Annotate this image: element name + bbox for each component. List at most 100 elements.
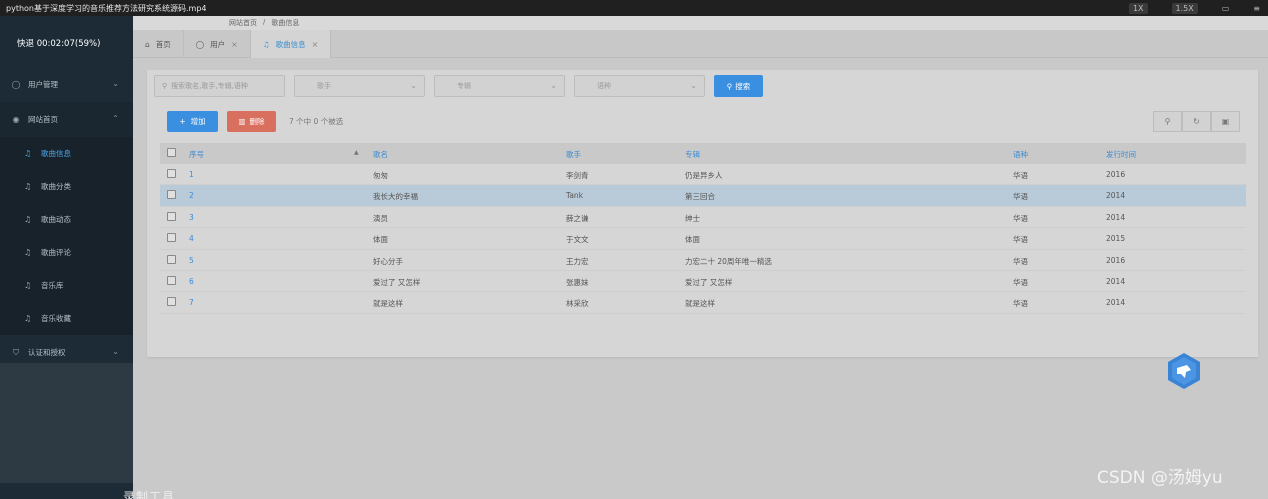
- cell-language: 华语: [1013, 171, 1028, 180]
- tab-song-info[interactable]: ♫ 歌曲信息 ×: [250, 30, 332, 58]
- cell-title: 就是这样: [373, 299, 403, 309]
- sidebar-sub-item-song-news[interactable]: ♫ 歌曲动态: [0, 203, 133, 236]
- table-row[interactable]: 5 好心分手 王力宏 力宏二十 20周年唯一精选 华语 2016: [160, 250, 1246, 271]
- add-button[interactable]: + 增加: [167, 111, 218, 132]
- sidebar-sub-item-music-favorites[interactable]: ♫ 音乐收藏: [0, 302, 133, 335]
- table-row[interactable]: 7 就是这样 林采欣 就是这样 华语 2014: [160, 292, 1246, 314]
- row-checkbox[interactable]: [167, 297, 176, 307]
- cell-language: 华语: [1013, 235, 1028, 245]
- refresh-button[interactable]: ↻: [1182, 111, 1211, 132]
- close-icon[interactable]: ×: [312, 40, 319, 49]
- album-select[interactable]: 专辑 ⌄: [434, 75, 565, 97]
- row-checkbox[interactable]: [167, 211, 176, 221]
- table-header: 序号 ▲ 歌名 歌手 专辑 语种 发行时间: [160, 143, 1246, 164]
- search-toggle-button[interactable]: ⚲: [1153, 111, 1182, 132]
- sidebar-sub-item-song-comments[interactable]: ♫ 歌曲评论: [0, 236, 133, 269]
- cell-title: 演员: [373, 213, 388, 223]
- selection-info: 7 个中 0 个被选: [289, 117, 344, 126]
- column-header-language[interactable]: 语种: [1013, 149, 1028, 160]
- picture-icon[interactable]: ▭: [1222, 4, 1230, 13]
- column-header-title[interactable]: 歌名: [373, 149, 388, 160]
- row-checkbox[interactable]: [167, 233, 176, 243]
- table-row[interactable]: 1 匆匆 李剑青 仍是异乡人 华语 2016: [160, 164, 1246, 186]
- video-controls: 1X 1.5X ▭ ≡: [1128, 0, 1268, 16]
- music-icon: ♫: [24, 281, 32, 290]
- sidebar-item-website-home[interactable]: ◉ 网站首页 ⌃: [0, 102, 133, 137]
- delete-button[interactable]: ▥ 删除: [227, 111, 276, 132]
- sidebar-footer-area: [0, 363, 133, 483]
- column-header-singer[interactable]: 歌手: [566, 149, 581, 160]
- singer-select[interactable]: 歌手 ⌄: [294, 75, 425, 97]
- watermark: CSDN @汤姆yu: [1097, 468, 1223, 488]
- row-checkbox[interactable]: [167, 190, 176, 200]
- row-checkbox[interactable]: [167, 275, 176, 285]
- sidebar-item-label: 歌曲分类: [41, 182, 71, 191]
- speed-1x-button[interactable]: 1X: [1128, 2, 1148, 14]
- search-button[interactable]: ⚲ 搜索: [714, 75, 763, 97]
- breadcrumb-home[interactable]: 网站首页: [229, 18, 257, 28]
- column-header-release[interactable]: 发行时间: [1106, 149, 1136, 160]
- sidebar-sub-item-song-category[interactable]: ♫ 歌曲分类: [0, 170, 133, 203]
- cell-release: 2014: [1106, 191, 1126, 201]
- music-icon: ♫: [24, 314, 32, 323]
- music-icon: ♫: [24, 215, 32, 224]
- cell-title: 我长大的幸福: [373, 192, 418, 202]
- sidebar-item-label: 歌曲信息: [41, 149, 71, 158]
- tab-home[interactable]: ⌂ 首页: [133, 30, 184, 58]
- chevron-down-icon: ⌄: [410, 81, 417, 90]
- cell-release: 2014: [1106, 298, 1126, 308]
- music-icon: ♫: [262, 39, 270, 49]
- cell-language: 华语: [1013, 213, 1028, 223]
- sidebar-item-user-management[interactable]: ◯ 用户管理 ⌄: [0, 67, 133, 102]
- cell-language: 华语: [1013, 256, 1028, 266]
- sidebar-item-label: 歌曲动态: [41, 215, 71, 224]
- trash-icon: ▥: [238, 117, 246, 126]
- tab-bar: ⌂ 首页 ◯ 用户 × ♫ 歌曲信息 ×: [133, 30, 1268, 58]
- song-table: 序号 ▲ 歌名 歌手 专辑 语种 发行时间 1 匆匆 李剑青 仍是异乡人 华语 2016 2…: [160, 143, 1246, 314]
- table-row[interactable]: 4 体面 于文文 体面 华语 2015: [160, 228, 1246, 250]
- cell-singer: Tank: [566, 191, 584, 201]
- speed-1-5x-button[interactable]: 1.5X: [1171, 2, 1198, 14]
- cell-singer: 林采欣: [566, 299, 589, 309]
- action-bar: + 增加 ▥ 删除 7 个中 0 个被选: [167, 111, 343, 132]
- table-row[interactable]: 3 演员 薛之谦 绅士 华语 2014: [160, 207, 1246, 229]
- cell-id[interactable]: 7: [189, 298, 194, 307]
- cell-id[interactable]: 3: [189, 213, 194, 222]
- cell-singer: 薛之谦: [566, 213, 589, 223]
- sidebar-sub-item-music-library[interactable]: ♫ 音乐库: [0, 269, 133, 302]
- row-checkbox[interactable]: [167, 169, 176, 178]
- row-checkbox[interactable]: [167, 254, 176, 264]
- column-header-album[interactable]: 专辑: [685, 149, 700, 160]
- breadcrumb-current: 歌曲信息: [271, 19, 300, 27]
- sort-asc-icon[interactable]: ▲: [354, 149, 359, 156]
- cell-title: 匆匆: [373, 171, 388, 180]
- chevron-down-icon: ⌄: [112, 347, 119, 356]
- sidebar-item-label: 网站首页: [28, 115, 58, 124]
- table-row[interactable]: 6 爱过了 又怎样 张惠妹 爱过了 又怎样 华语 2014: [160, 271, 1246, 293]
- search-icon: ⚲: [162, 82, 168, 90]
- cell-id[interactable]: 4: [189, 234, 194, 243]
- cell-album: 绅士: [685, 213, 700, 223]
- sidebar-sub-item-song-info[interactable]: ♫ 歌曲信息: [0, 137, 133, 170]
- language-select[interactable]: 语种 ⌄: [574, 75, 705, 97]
- more-icon[interactable]: ≡: [1253, 4, 1260, 13]
- table-row[interactable]: 2 我长大的幸福 Tank 第三回合 华语 2014: [160, 185, 1246, 207]
- close-icon[interactable]: ×: [231, 40, 238, 49]
- search-input[interactable]: ⚲ 搜索歌名,歌手,专辑,语种: [154, 75, 285, 97]
- cell-id[interactable]: 2: [189, 191, 194, 200]
- cell-id[interactable]: 1: [189, 170, 194, 179]
- cell-title: 好心分手: [373, 256, 403, 266]
- cell-title: 爱过了 又怎样: [373, 277, 421, 287]
- cell-id[interactable]: 5: [189, 256, 194, 265]
- refresh-icon: ↻: [1193, 117, 1200, 126]
- column-header-id[interactable]: 序号: [189, 149, 204, 160]
- select-all-checkbox[interactable]: [167, 148, 176, 157]
- tab-user[interactable]: ◯ 用户 ×: [184, 30, 251, 58]
- cell-release: 2015: [1106, 234, 1126, 244]
- cell-id[interactable]: 6: [189, 277, 194, 286]
- cell-album: 第三回合: [685, 192, 715, 202]
- floating-logo-icon[interactable]: [1167, 352, 1201, 390]
- search-icon: ⚲: [726, 81, 733, 91]
- export-button[interactable]: ▣: [1211, 111, 1240, 132]
- cell-release: 2014: [1106, 212, 1126, 222]
